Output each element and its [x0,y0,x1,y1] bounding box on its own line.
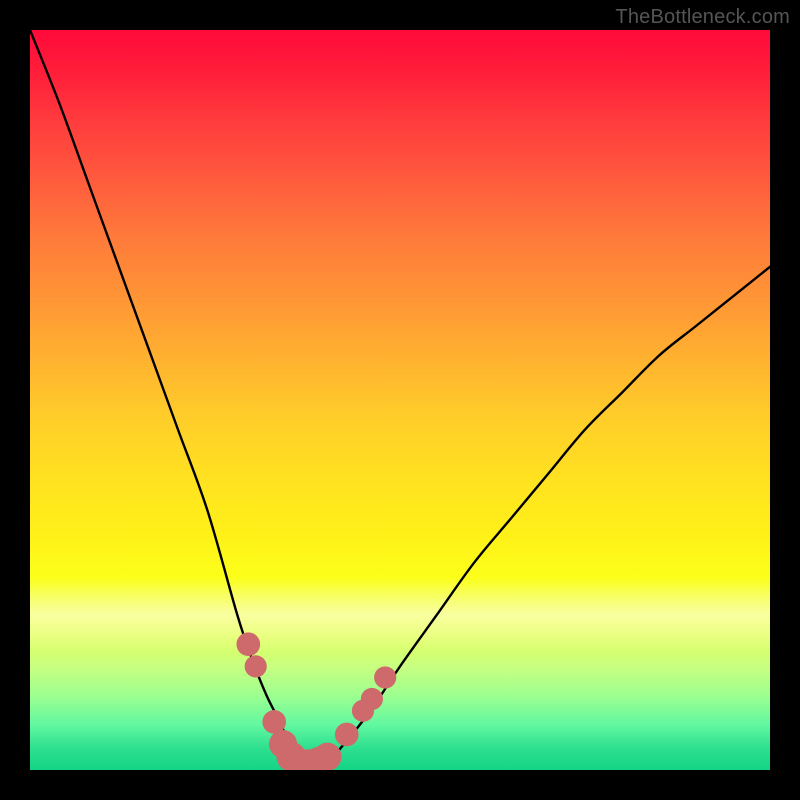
marker-dot [236,632,260,656]
marker-dot [245,655,267,677]
marker-dot [374,666,396,688]
marker-dot [335,723,359,747]
marker-dot [361,688,383,710]
watermark-text: TheBottleneck.com [615,6,790,29]
marker-dot [313,743,341,770]
bottleneck-curve [30,30,770,767]
chart-svg [30,30,770,770]
highlight-dots [236,632,396,770]
plot-area [30,30,770,770]
outer-frame: TheBottleneck.com [0,0,800,800]
